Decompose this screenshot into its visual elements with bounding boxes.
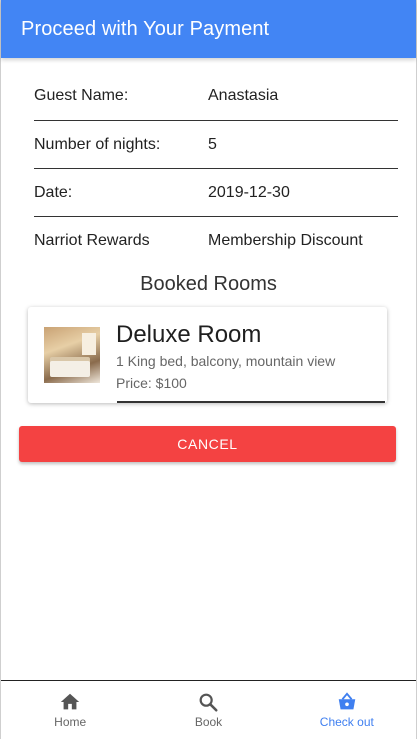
room-photo-bed — [50, 361, 90, 377]
room-photo-window — [82, 333, 96, 355]
room-description: 1 King bed, balcony, mountain view — [116, 353, 336, 369]
page-title: Proceed with Your Payment — [21, 17, 270, 40]
cancel-button[interactable]: CANCEL — [19, 426, 396, 462]
room-card-underline — [117, 401, 385, 403]
room-card-body: Deluxe Room 1 King bed, balcony, mountai… — [116, 321, 335, 403]
nav-label: Check out — [319, 715, 374, 729]
detail-label: Number of nights: — [34, 135, 161, 153]
nav-item-checkout[interactable]: Check out — [278, 681, 416, 739]
detail-value: 5 — [208, 135, 217, 153]
search-icon — [200, 693, 219, 712]
detail-label: Date: — [34, 183, 73, 201]
booked-rooms-heading: Booked Rooms — [140, 273, 277, 295]
room-price: Price: $100 — [116, 375, 187, 391]
detail-value: Membership Discount — [208, 232, 363, 249]
app-frame: Proceed with Your Payment Guest Name: An… — [0, 0, 417, 739]
detail-label: Guest Name: — [34, 87, 129, 104]
detail-value: Anastasia — [208, 87, 279, 104]
home-icon — [60, 693, 80, 710]
room-name: Deluxe Room — [116, 321, 262, 348]
detail-row-date: Date: 2019-12-30 — [34, 169, 398, 217]
booking-details: Guest Name: Anastasia Number of nights: … — [34, 58, 398, 265]
detail-label: Narriot Rewards — [34, 232, 150, 249]
detail-value: 2019-12-30 — [208, 183, 290, 201]
nav-label: Book — [194, 715, 223, 729]
nav-item-home[interactable]: Home — [1, 681, 139, 739]
room-card[interactable]: Deluxe Room 1 King bed, balcony, mountai… — [28, 307, 387, 403]
detail-row-guest-name: Guest Name: Anastasia — [34, 58, 398, 121]
nav-item-book[interactable]: Book — [139, 681, 277, 739]
app-bar: Proceed with Your Payment — [1, 0, 416, 58]
nav-label: Home — [54, 715, 87, 729]
basket-icon — [338, 692, 356, 710]
bottom-navigation: Home Book Check out — [1, 680, 416, 739]
room-photo — [44, 327, 100, 383]
detail-row-nights: Number of nights: 5 — [34, 121, 398, 169]
detail-row-rewards: Narriot Rewards Membership Discount — [34, 217, 398, 265]
